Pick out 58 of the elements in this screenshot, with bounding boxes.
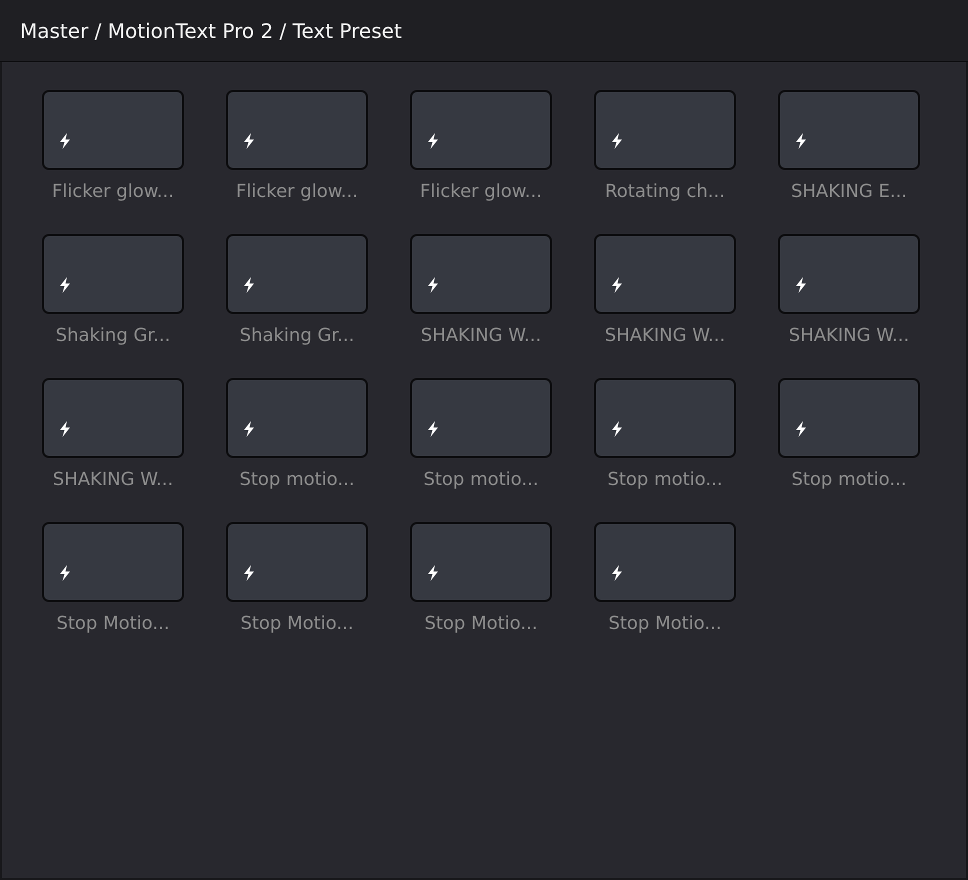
preset-name: SHAKING W... (604, 324, 726, 347)
preset-name: SHAKING W... (52, 468, 174, 491)
lightning-icon (59, 421, 71, 437)
lightning-icon (427, 277, 439, 293)
preset-thumbnail[interactable] (226, 234, 368, 314)
lightning-icon (611, 421, 623, 437)
preset-name: Stop motio... (239, 468, 355, 491)
lightning-icon (243, 421, 255, 437)
preset-thumbnail[interactable] (42, 90, 184, 170)
preset-thumbnail[interactable] (778, 234, 920, 314)
breadcrumb-path: Master / MotionText Pro 2 / Text Preset (20, 18, 402, 42)
preset-name: Stop Motio... (56, 612, 170, 635)
lightning-icon (611, 565, 623, 581)
preset-thumbnail[interactable] (226, 378, 368, 458)
lightning-icon (795, 133, 807, 149)
preset-name: Stop motio... (423, 468, 539, 491)
preset-name: Stop Motio... (424, 612, 538, 635)
preset-name: Stop Motio... (608, 612, 722, 635)
preset-name: Shaking Gr... (56, 324, 170, 347)
lightning-icon (243, 565, 255, 581)
preset-name: Stop motio... (607, 468, 723, 491)
lightning-icon (427, 565, 439, 581)
preset-name: Flicker glow... (420, 180, 542, 203)
preset-thumbnail[interactable] (42, 522, 184, 602)
lightning-icon (59, 133, 71, 149)
preset-thumbnail[interactable] (410, 90, 552, 170)
preset-thumbnail[interactable] (778, 90, 920, 170)
preset-name: SHAKING W... (788, 324, 910, 347)
preset-thumbnail[interactable] (594, 234, 736, 314)
preset-name: Rotating ch... (605, 180, 725, 203)
lightning-icon (243, 133, 255, 149)
lightning-icon (59, 277, 71, 293)
lightning-icon (795, 277, 807, 293)
preset-name: Flicker glow... (52, 180, 174, 203)
preset-name: Stop motio... (791, 468, 907, 491)
preset-thumbnail[interactable] (226, 90, 368, 170)
preset-thumbnail[interactable] (594, 378, 736, 458)
preset-thumbnail[interactable] (594, 90, 736, 170)
lightning-icon (795, 421, 807, 437)
lightning-icon (243, 277, 255, 293)
preset-name: Stop Motio... (240, 612, 354, 635)
lightning-icon (611, 277, 623, 293)
lightning-icon (427, 421, 439, 437)
preset-thumbnail[interactable] (594, 522, 736, 602)
preset-name: SHAKING E... (790, 180, 908, 203)
preset-thumbnail[interactable] (410, 234, 552, 314)
preset-thumbnail[interactable] (42, 378, 184, 458)
preset-thumbnail[interactable] (226, 522, 368, 602)
lightning-icon (59, 565, 71, 581)
lightning-icon (611, 133, 623, 149)
preset-name: Shaking Gr... (240, 324, 354, 347)
preset-name: Flicker glow... (236, 180, 358, 203)
preset-thumbnail[interactable] (42, 234, 184, 314)
preset-name: SHAKING W... (420, 324, 542, 347)
preset-thumbnail[interactable] (410, 378, 552, 458)
preset-thumbnail[interactable] (778, 378, 920, 458)
preset-thumbnail[interactable] (410, 522, 552, 602)
lightning-icon (427, 133, 439, 149)
